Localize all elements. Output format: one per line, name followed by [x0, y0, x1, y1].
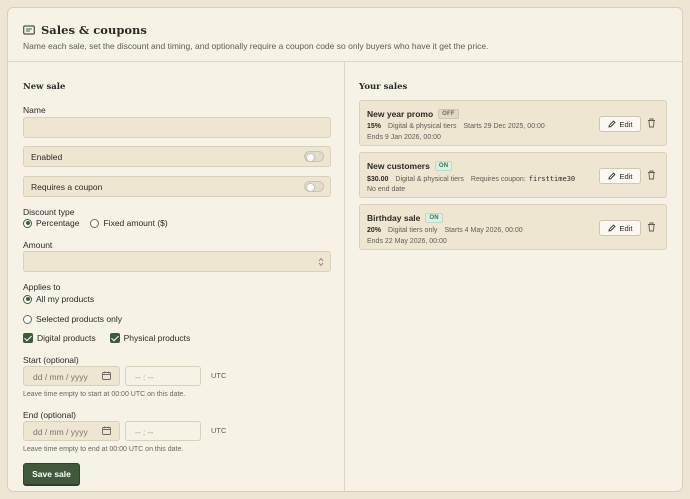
sale-name: Birthday sale	[367, 213, 421, 223]
status-badge: ON	[425, 213, 443, 223]
status-badge: ON	[434, 161, 453, 171]
start-date-placeholder: dd / mm / yyyy	[33, 372, 88, 382]
sale-details: $30.00 Digital & physical tiers Requires c…	[367, 175, 575, 183]
start-date-input[interactable]: dd / mm / yyyy	[23, 366, 120, 386]
percentage-label: Percentage	[36, 218, 80, 228]
applies-to-label: Applies to	[23, 282, 61, 292]
sale-details: 15% Digital & physical tiers Starts 29 Dec…	[367, 123, 552, 130]
calendar-icon[interactable]	[102, 426, 111, 435]
selected-products-radio[interactable]	[23, 314, 32, 324]
sale-name: New customers	[367, 161, 430, 171]
percentage-radio[interactable]	[23, 218, 32, 228]
sale-end: No end date	[367, 186, 406, 193]
new-sale-heading: New sale	[23, 82, 66, 92]
name-input[interactable]	[23, 117, 331, 138]
edit-button[interactable]: Edit	[599, 168, 641, 184]
sale-scope: Digital tiers only	[388, 227, 438, 234]
pencil-icon	[607, 120, 616, 128]
fixed-amount-label: Fixed amount ($)	[103, 218, 168, 228]
sale-discount: 15%	[367, 123, 382, 130]
page-description: Name each sale, set the discount and tim…	[23, 41, 489, 51]
name-label: Name	[23, 105, 46, 115]
discount-type-options: Percentage Fixed amount ($)	[23, 218, 168, 228]
physical-products-checkbox[interactable]	[109, 333, 120, 343]
end-time-input[interactable]: -- : --	[125, 421, 201, 441]
your-sales-heading: Your sales	[359, 82, 408, 92]
start-time-input[interactable]: -- : --	[125, 366, 201, 386]
sale-details: 20% Digital tiers only Starts 4 May 2026, …	[367, 227, 530, 234]
end-date-input[interactable]: dd / mm / yyyy	[23, 421, 120, 441]
coupon-code: firsttime30	[528, 175, 576, 183]
sale-card-birthday-sale: Birthday sale ON 20% Digital tiers only St…	[359, 204, 667, 250]
coupon-label: Requires coupon:	[470, 176, 526, 183]
amount-input[interactable]	[23, 251, 331, 272]
end-label: End (optional)	[23, 410, 76, 420]
pencil-icon	[607, 172, 616, 180]
selected-products-label: Selected products only	[36, 314, 122, 324]
all-products-label: All my products	[36, 294, 95, 304]
sale-end: Ends 22 May 2026, 00:00	[367, 238, 447, 245]
column-divider	[344, 62, 345, 491]
enabled-toggle[interactable]	[304, 151, 324, 162]
sale-name-row: New customers ON	[367, 161, 453, 171]
ticket-icon	[23, 25, 35, 35]
sale-name: New year promo	[367, 109, 434, 119]
card-header: Sales & coupons Name each sale, set the …	[8, 8, 682, 62]
edit-button[interactable]: Edit	[599, 220, 641, 236]
trash-icon[interactable]	[647, 170, 656, 180]
trash-icon[interactable]	[647, 118, 656, 128]
page-title: Sales & coupons	[23, 23, 147, 37]
applies-all-option: All my products	[23, 294, 94, 304]
start-label: Start (optional)	[23, 355, 79, 365]
sale-scope: Digital & physical tiers	[388, 123, 457, 130]
start-timezone: UTC	[211, 371, 227, 380]
requires-coupon-toggle[interactable]	[304, 181, 324, 192]
sale-card-new-year-promo: New year promo OFF 15% Digital & physical…	[359, 100, 667, 146]
product-type-checkboxes: Digital products Physical products	[23, 333, 190, 343]
sale-scope: Digital & physical tiers	[395, 176, 464, 183]
page-title-text: Sales & coupons	[41, 23, 147, 37]
edit-label: Edit	[619, 119, 633, 129]
status-badge: OFF	[438, 109, 459, 119]
all-products-radio[interactable]	[23, 294, 32, 304]
sale-name-row: New year promo OFF	[367, 109, 459, 119]
sale-start: Starts 4 May 2026, 00:00	[444, 227, 523, 234]
trash-icon[interactable]	[647, 222, 656, 232]
discount-type-label: Discount type	[23, 207, 75, 217]
sale-card-new-customers: New customers ON $30.00 Digital & physica…	[359, 152, 667, 198]
end-date-placeholder: dd / mm / yyyy	[33, 427, 88, 437]
requires-coupon-row: Requires a coupon	[23, 176, 331, 197]
edit-label: Edit	[619, 223, 633, 233]
save-sale-button[interactable]: Save sale	[23, 463, 80, 485]
edit-label: Edit	[619, 171, 633, 181]
stepper-icon[interactable]	[318, 257, 324, 267]
sale-discount: 20%	[367, 227, 382, 234]
enabled-row: Enabled	[23, 146, 331, 167]
sale-end: Ends 9 Jan 2026, 00:00	[367, 134, 441, 141]
end-hint: Leave time empty to end at 00:00 UTC on …	[23, 446, 184, 453]
sale-name-row: Birthday sale ON	[367, 213, 443, 223]
digital-products-label: Digital products	[37, 333, 96, 343]
physical-products-label: Physical products	[123, 333, 191, 343]
sale-discount: $30.00	[367, 176, 389, 183]
applies-selected-option: Selected products only	[23, 314, 122, 324]
end-timezone: UTC	[211, 426, 227, 435]
sales-coupons-card: Sales & coupons Name each sale, set the …	[7, 7, 683, 492]
fixed-amount-radio[interactable]	[90, 218, 100, 228]
start-hint: Leave time empty to start at 00:00 UTC o…	[23, 391, 186, 398]
edit-button[interactable]: Edit	[599, 116, 641, 132]
enabled-label: Enabled	[31, 152, 63, 162]
calendar-icon[interactable]	[102, 371, 111, 380]
requires-coupon-label: Requires a coupon	[31, 182, 103, 192]
sale-start: Starts 29 Dec 2025, 00:00	[463, 123, 545, 130]
amount-label: Amount	[23, 240, 53, 250]
pencil-icon	[607, 224, 616, 232]
digital-products-checkbox[interactable]	[23, 333, 33, 343]
